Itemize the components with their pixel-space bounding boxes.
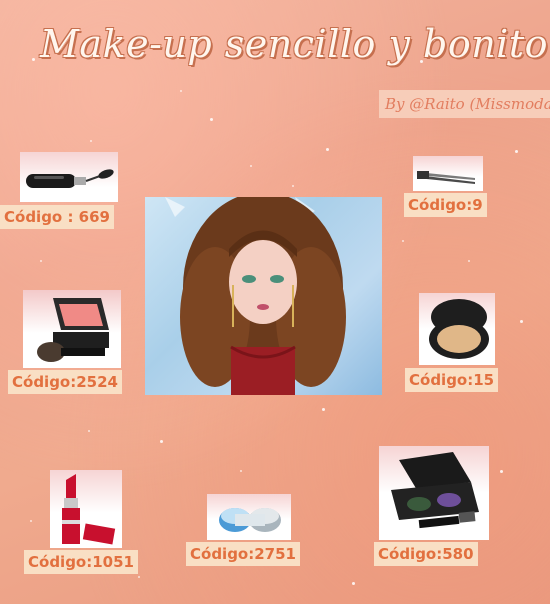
contact-lens-case-icon [207,494,291,540]
author-byline: By @Raito (Missmoda) [379,90,550,118]
blush-compact-icon [23,290,121,368]
item-code-label: Código:580 [374,542,478,566]
tweezers-icon [413,156,483,191]
eyeshadow-palette-icon [379,446,489,540]
avatar-portrait [145,197,382,395]
lipstick-icon [50,470,122,548]
mascara-icon [20,152,118,202]
page-title: Make-up sencillo y bonito [40,22,548,66]
item-code-label: Código:9 [404,193,487,217]
powder-compact-icon [419,293,495,365]
item-code-label: Código : 669 [0,205,114,229]
item-code-label: Código:1051 [24,550,138,574]
item-code-label: Código:15 [405,368,499,392]
item-code-label: Código:2524 [8,370,122,394]
item-code-label: Código:2751 [186,542,300,566]
